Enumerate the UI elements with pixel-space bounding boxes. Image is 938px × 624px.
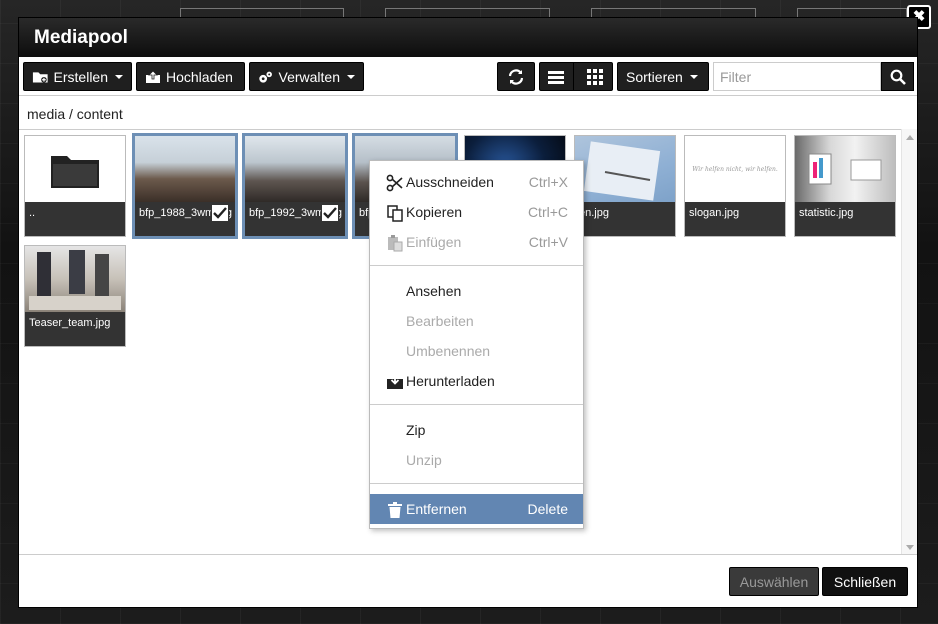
copy-icon [387,205,403,222]
refresh-icon [508,68,524,85]
create-button[interactable]: Erstellen [23,62,132,91]
folder-add-icon [32,71,48,83]
menu-item-copy[interactable]: Kopieren Ctrl+C [370,197,583,227]
toolbar: Erstellen Hochladen Verwalten Sortieren [19,57,917,96]
menu-item-shortcut: Ctrl+X [528,174,568,190]
search-button[interactable] [881,62,914,91]
chevron-down-icon [347,74,355,79]
menu-item-cut[interactable]: Ausschneiden Ctrl+X [370,167,583,197]
file-tile[interactable]: statistic.jpg [794,135,896,237]
menu-item-shortcut: Ctrl+C [527,204,568,220]
menu-item-label: Bearbeiten [406,313,474,329]
file-tile[interactable]: bfp_1988_3wm.jpg [132,133,238,239]
list-icon [548,70,565,84]
manage-button-label: Verwalten [278,68,340,85]
checkbox-checked-icon[interactable] [321,204,339,222]
menu-item-view[interactable]: Ansehen [370,276,583,306]
menu-item-delete[interactable]: Entfernen Delete [370,494,583,524]
file-tile[interactable]: Wir helfen nicht, wir helfen. slogan.jpg [684,135,786,237]
scissors-icon [386,174,403,192]
close-button[interactable]: Schließen [822,567,908,596]
dialog-title: Mediapool [19,18,917,57]
file-name: Teaser_team.jpg [25,312,125,346]
scroll-down-icon[interactable] [906,545,914,550]
image-thumbnail [575,136,675,202]
file-name: statistic.jpg [795,202,895,236]
menu-item-rename[interactable]: Umbenennen [370,336,583,366]
menu-item-label: Unzip [406,452,442,468]
menu-divider [370,483,583,484]
file-tile[interactable]: Teaser_team.jpg [24,245,126,347]
file-tile[interactable]: bfp_1992_3wm.jpg [242,133,348,239]
menu-item-label: Ansehen [406,283,462,299]
thumbnail-text: Wir helfen nicht, wir helfen. [692,165,778,173]
image-thumbnail [245,136,345,202]
dialog-footer: Auswählen Schließen [19,554,917,607]
file-tile[interactable]: .. [24,135,126,237]
chevron-down-icon [689,74,698,79]
grid-view-button[interactable] [579,63,612,90]
chevron-down-icon [115,74,123,79]
list-view-button[interactable] [540,63,574,90]
upload-icon [146,69,160,83]
menu-item-label: Ausschneiden [406,174,494,190]
upload-button-label: Hochladen [166,68,233,85]
gears-icon [259,71,272,83]
vertical-scrollbar[interactable] [901,129,917,556]
menu-item-shortcut: Delete [527,501,568,517]
menu-item-label: Umbenennen [406,343,491,359]
upload-button[interactable]: Hochladen [136,62,245,91]
trash-icon [388,502,402,518]
filter-input[interactable] [713,62,881,91]
menu-item-zip[interactable]: Zip [370,415,583,445]
menu-divider [370,265,583,266]
breadcrumb: media / content [27,106,123,122]
menu-item-label: Einfügen [406,234,462,250]
image-thumbnail [795,136,895,202]
create-button-label: Erstellen [53,68,108,85]
view-switcher [539,62,613,91]
menu-item-download[interactable]: Herunterladen [370,366,583,396]
download-icon [387,375,403,389]
file-tile[interactable]: en.jpg [574,135,676,237]
file-name: en.jpg [575,202,675,236]
sort-button-label: Sortieren [626,68,683,85]
image-thumbnail [135,136,235,202]
image-thumbnail: Wir helfen nicht, wir helfen. [685,136,785,202]
file-name: slogan.jpg [685,202,785,236]
image-thumbnail [25,246,125,312]
menu-item-unzip[interactable]: Unzip [370,445,583,475]
paste-icon [388,235,403,252]
search-icon [890,69,906,85]
menu-item-shortcut: Ctrl+V [528,234,568,250]
select-button[interactable]: Auswählen [729,567,819,596]
menu-item-label: Entfernen [406,501,467,517]
checkbox-checked-icon[interactable] [211,204,229,222]
file-name: .. [25,202,125,236]
sort-button[interactable]: Sortieren [617,62,709,91]
grid-icon [587,68,604,85]
menu-item-edit[interactable]: Bearbeiten [370,306,583,336]
menu-item-label: Zip [406,422,426,438]
menu-item-label: Herunterladen [406,373,495,389]
context-menu: Ausschneiden Ctrl+X Kopieren Ctrl+C Einf… [369,160,584,529]
manage-button[interactable]: Verwalten [249,62,364,91]
folder-icon [25,136,125,202]
refresh-button[interactable] [497,62,535,91]
menu-divider [370,404,583,405]
scroll-up-icon[interactable] [906,135,914,140]
menu-item-label: Kopieren [406,204,463,220]
menu-item-paste[interactable]: Einfügen Ctrl+V [370,227,583,257]
